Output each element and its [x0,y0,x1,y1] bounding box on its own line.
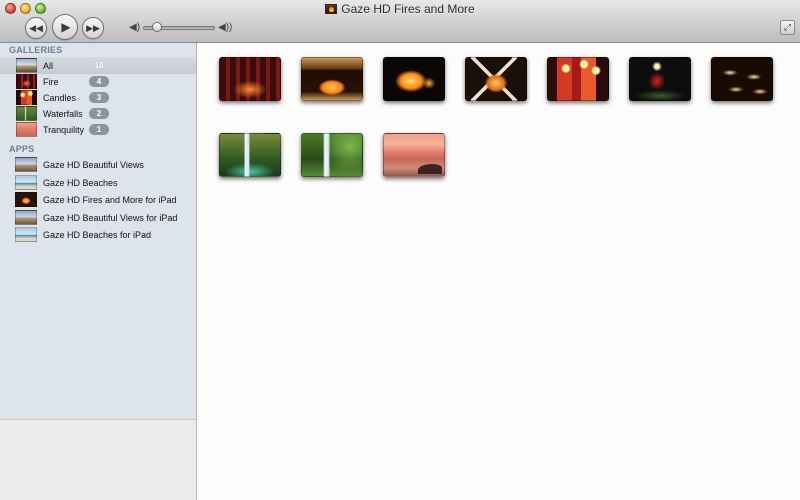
gallery-grid [198,43,800,500]
gallery-thumbnail [16,106,37,121]
gallery-thumbnail [16,74,37,89]
gallery-thumbnail-candles-1[interactable] [547,57,609,101]
window-toolbar: Gaze HD Fires and More ◀◀ ▶ ▶▶ ◀) ◀)) ⤢ [0,0,800,43]
app-icon [15,175,37,190]
gallery-thumbnail-candles-3[interactable] [711,57,773,101]
sidebar-item-label: Fire [43,76,59,87]
volume-low-icon: ◀) [129,22,141,33]
play-button[interactable]: ▶ [52,14,78,40]
app-icon [15,210,37,225]
gallery-thumbnail [16,90,37,105]
count-badge: 1 [89,124,109,135]
count-badge: 2 [89,108,109,119]
galleries-header: GALLERIES [9,45,63,55]
rewind-icon: ◀◀ [29,22,43,33]
fast-forward-icon: ▶▶ [86,22,100,33]
fast-forward-button[interactable]: ▶▶ [82,17,104,39]
window-title: Gaze HD Fires and More [341,2,475,16]
sidebar-item-candles[interactable]: Candles 3 [0,89,196,106]
fullscreen-button[interactable]: ⤢ [780,20,795,35]
sidebar-item-label: Candles [43,92,77,103]
gallery-thumbnail [16,122,37,137]
fullscreen-icon: ⤢ [783,22,792,32]
gallery-thumbnail-waterfall-1[interactable] [219,133,281,177]
sidebar-app-label: Gaze HD Beaches for iPad [43,229,152,240]
app-icon [15,227,37,242]
sidebar-item-waterfalls[interactable]: Waterfalls 2 [0,105,196,122]
sidebar-app-beaches-ipad[interactable]: Gaze HD Beaches for iPad [0,226,196,243]
sidebar-app-label: Gaze HD Beaches [43,177,118,188]
sidebar-app-fires-ipad[interactable]: Gaze HD Fires and More for iPad [0,191,196,208]
gallery-thumbnail-candles-2[interactable] [629,57,691,101]
gallery-thumbnail [16,58,37,73]
sidebar-app-label: Gaze HD Beautiful Views [43,159,144,170]
gallery-thumbnail-tranquility-1[interactable] [383,133,445,177]
sidebar-footer [0,419,196,500]
apps-header: APPS [9,144,35,154]
gallery-thumbnail-fire-2[interactable] [301,57,363,101]
sidebar-item-label: Tranquility [43,124,85,135]
sidebar-item-tranquility[interactable]: Tranquility 1 [0,121,196,138]
sidebar-app-label: Gaze HD Beautiful Views for iPad [43,212,178,223]
sidebar-app-beautiful-views-ipad[interactable]: Gaze HD Beautiful Views for iPad [0,209,196,226]
sidebar-item-fire[interactable]: Fire 4 [0,73,196,90]
gallery-thumbnail-fire-1[interactable] [219,57,281,101]
count-badge: 3 [89,92,109,103]
gallery-thumbnail-fire-4[interactable] [465,57,527,101]
play-icon: ▶ [61,20,71,34]
sidebar-app-beaches[interactable]: Gaze HD Beaches [0,174,196,191]
window-title-bar: Gaze HD Fires and More [0,2,800,16]
volume-slider-knob[interactable] [152,22,163,32]
sidebar-item-all[interactable]: All 10 [0,57,196,74]
volume-high-icon: ◀)) [218,22,233,33]
gallery-thumbnail-waterfall-2[interactable] [301,133,363,177]
gallery-thumbnail-fire-3[interactable] [383,57,445,101]
sidebar-app-beautiful-views[interactable]: Gaze HD Beautiful Views [0,156,196,173]
rewind-button[interactable]: ◀◀ [25,17,47,39]
fireplace-icon [325,4,338,14]
count-badge: 4 [89,76,109,87]
sidebar: GALLERIES All 10 Fire 4 Candles 3 Waterf… [0,43,197,500]
count-badge: 10 [94,61,104,70]
app-icon [15,157,37,172]
app-icon [15,192,37,207]
sidebar-app-label: Gaze HD Fires and More for iPad [43,194,177,205]
sidebar-item-label: All [43,60,54,71]
sidebar-item-label: Waterfalls [43,108,83,119]
